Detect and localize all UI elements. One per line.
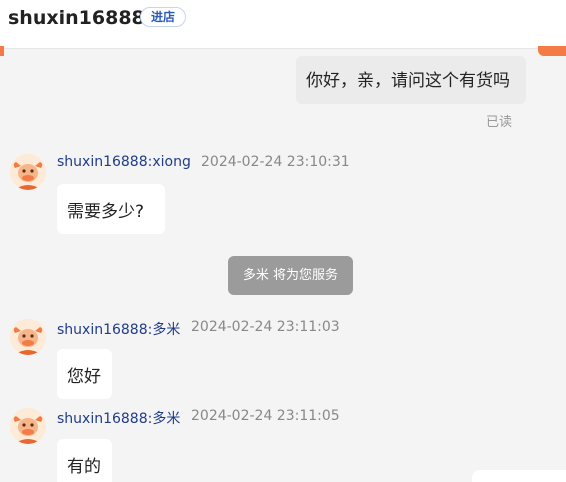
bottom-panel-edge bbox=[472, 470, 566, 482]
incoming-message-bubble[interactable]: 需要多少? bbox=[57, 184, 165, 234]
system-notice: 多米 将为您服务 bbox=[228, 256, 353, 295]
chat-window: shuxin16888 进店 你好，亲，请问这个有货吗 已读 shuxin168… bbox=[0, 0, 566, 482]
chat-header: shuxin16888 进店 bbox=[0, 0, 566, 49]
message-text: 有的 bbox=[67, 457, 101, 477]
incoming-message-bubble[interactable]: 您好 bbox=[57, 349, 112, 399]
message-timestamp: 2024-02-24 23:10:31 bbox=[201, 154, 350, 170]
cow-avatar-icon[interactable] bbox=[10, 319, 46, 355]
message-timestamp: 2024-02-24 23:11:03 bbox=[191, 319, 340, 335]
cow-avatar-icon[interactable] bbox=[10, 408, 46, 444]
enter-shop-button[interactable]: 进店 bbox=[140, 7, 187, 27]
outgoing-message-bubble[interactable]: 你好，亲，请问这个有货吗 bbox=[296, 56, 526, 104]
shop-name[interactable]: shuxin16888 bbox=[8, 7, 145, 29]
message-text: 你好，亲，请问这个有货吗 bbox=[306, 71, 510, 91]
sender-name[interactable]: shuxin16888:多米 bbox=[57, 319, 180, 339]
incoming-message-bubble[interactable]: 有的 bbox=[57, 439, 112, 482]
accent-tab-left bbox=[0, 46, 4, 56]
message-text: 需要多少? bbox=[67, 202, 145, 222]
sender-name[interactable]: shuxin16888:多米 bbox=[57, 408, 180, 428]
read-status: 已读 bbox=[486, 115, 513, 130]
accent-tab-right bbox=[538, 46, 566, 56]
message-text: 您好 bbox=[67, 367, 101, 387]
message-timestamp: 2024-02-24 23:11:05 bbox=[191, 408, 340, 424]
cow-avatar-icon[interactable] bbox=[10, 154, 46, 190]
sender-name[interactable]: shuxin16888:xiong bbox=[57, 154, 191, 170]
